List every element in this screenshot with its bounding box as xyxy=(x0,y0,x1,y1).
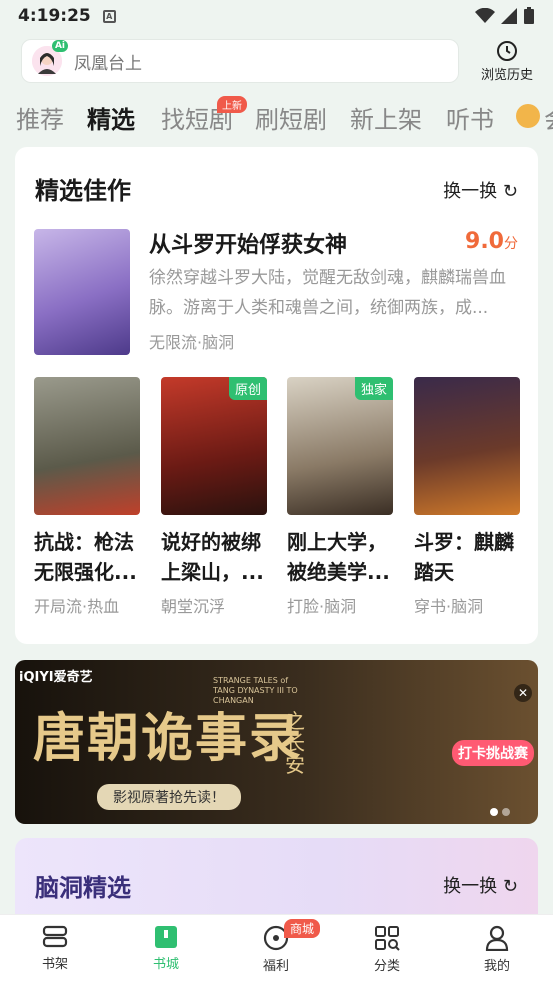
book-cover-image[interactable] xyxy=(34,229,130,355)
book-tags: 无限流·脑洞 xyxy=(149,333,235,352)
notification-icon: A xyxy=(102,9,116,23)
search-placeholder: 凤凰台上 xyxy=(74,53,142,74)
nav-label: 书架 xyxy=(41,957,68,972)
book-title[interactable]: 从斗罗开始俘获女神 xyxy=(149,227,347,259)
crown-icon xyxy=(516,104,540,128)
category-icon xyxy=(375,926,400,951)
book-cover-image[interactable] xyxy=(34,377,140,515)
bookshelf-icon xyxy=(42,925,68,948)
book-title: 斗罗：麒麟踏天 xyxy=(414,530,514,584)
mall-badge: 商城 xyxy=(284,919,321,938)
battery-icon xyxy=(524,7,534,24)
section-title: 脑洞精选 xyxy=(35,874,131,902)
book-cover-image[interactable]: 独家 xyxy=(287,377,393,515)
book-title: 刚上大学，被绝美学... xyxy=(287,530,390,584)
book-tags: 打脸·脑洞 xyxy=(287,597,357,616)
book-tags: 穿书·脑洞 xyxy=(414,597,484,616)
refresh-icon: ↻ xyxy=(502,876,518,897)
clock-icon xyxy=(497,41,517,61)
bottom-nav: 书架 书城 福利 商城 分类 我的 xyxy=(0,914,553,984)
tab-swipe-short-drama[interactable]: 刷短剧 xyxy=(255,100,327,135)
book-card[interactable]: 抗战：枪法无限强化... 开局流·热血 xyxy=(34,377,140,617)
book-tags: 朝堂沉浮 xyxy=(161,597,226,616)
tab-selected[interactable]: 精选 xyxy=(87,100,135,135)
book-title: 说好的被绑上梁山，... xyxy=(161,530,264,584)
history-label: 浏览历史 xyxy=(480,68,533,83)
book-card[interactable]: 独家 刚上大学，被绝美学... 打脸·脑洞 xyxy=(287,377,393,617)
nav-bookshelf[interactable]: 书架 xyxy=(25,925,85,972)
ai-avatar-icon[interactable]: Ai xyxy=(32,40,68,76)
nav-label: 我的 xyxy=(483,959,510,974)
status-bar: 4:19:25 A xyxy=(0,0,553,32)
ai-badge: Ai xyxy=(51,40,68,52)
status-time: 4:19:25 xyxy=(18,6,91,26)
book-score: 9.0分 xyxy=(465,229,518,254)
new-badge: 上新 xyxy=(217,96,247,113)
book-cover-image[interactable]: 原创 xyxy=(161,377,267,515)
banner-vertical-subtitle: 之长安 xyxy=(285,709,305,777)
book-card[interactable]: 原创 说好的被绑上梁山，... 朝堂沉浮 xyxy=(161,377,267,617)
promo-banner[interactable]: iQIYI爱奇艺 STRANGE TALES of TANG DYNASTY I… xyxy=(15,660,538,824)
refresh-label: 换一换 xyxy=(443,876,498,897)
nav-profile[interactable]: 我的 xyxy=(467,925,527,974)
search-input[interactable]: Ai 凤凰台上 xyxy=(21,39,459,83)
tab-new-arrivals[interactable]: 新上架 xyxy=(350,100,422,135)
book-tags: 开局流·热血 xyxy=(34,597,120,616)
carousel-dot-active xyxy=(490,808,498,816)
nav-label: 分类 xyxy=(373,959,400,974)
search-row: Ai 凤凰台上 浏览历史 xyxy=(0,36,553,90)
refresh-label: 换一换 xyxy=(443,181,498,202)
banner-headline: 唐朝诡事录 xyxy=(33,708,304,769)
checkin-challenge-button[interactable]: 打卡挑战赛 xyxy=(452,740,534,766)
nav-label: 书城 xyxy=(152,957,179,972)
refresh-icon: ↻ xyxy=(502,181,518,202)
book-card[interactable]: 斗罗：麒麟踏天 穿书·脑洞 xyxy=(414,377,520,617)
wifi-icon xyxy=(475,8,495,23)
book-cover-image[interactable] xyxy=(414,377,520,515)
tab-member[interactable]: 会 xyxy=(544,100,553,135)
book-label-badge: 独家 xyxy=(354,377,393,400)
carousel-dots xyxy=(490,808,510,816)
iqiyi-logo: iQIYI爱奇艺 xyxy=(19,670,93,685)
category-tabs: 推荐 精选 找短剧 上新 刷短剧 新上架 听书 会 xyxy=(0,96,553,140)
tab-audiobook[interactable]: 听书 xyxy=(446,100,494,135)
book-title: 抗战：枪法无限强化... xyxy=(34,530,137,584)
signal-icon xyxy=(501,8,517,24)
book-label-badge: 原创 xyxy=(228,377,267,400)
section-title: 精选佳作 xyxy=(35,177,131,205)
browse-history-button[interactable]: 浏览历史 xyxy=(474,40,540,83)
banner-tagline: 影视原著抢先读！ xyxy=(97,784,241,810)
carousel-dot xyxy=(502,808,510,816)
tab-recommend[interactable]: 推荐 xyxy=(16,100,64,135)
profile-icon xyxy=(485,925,509,951)
book-description: 徐然穿越斗罗大陆，觉醒无敌剑魂，麒麟瑞兽血脉。游离于人类和魂兽之间，统御两族，成… xyxy=(149,268,506,318)
nav-label: 福利 xyxy=(262,959,289,974)
nav-category[interactable]: 分类 xyxy=(357,925,417,974)
close-icon[interactable]: ✕ xyxy=(514,684,532,702)
refresh-button[interactable]: 换一换 ↻ xyxy=(443,177,518,203)
refresh-button[interactable]: 换一换 ↻ xyxy=(443,872,518,898)
nav-bookstore[interactable]: 书城 xyxy=(136,925,196,972)
featured-section: 精选佳作 换一换 ↻ 从斗罗开始俘获女神 9.0分 徐然穿越斗罗大陆，觉醒无敌剑… xyxy=(15,147,538,644)
bookstore-icon xyxy=(155,926,177,948)
